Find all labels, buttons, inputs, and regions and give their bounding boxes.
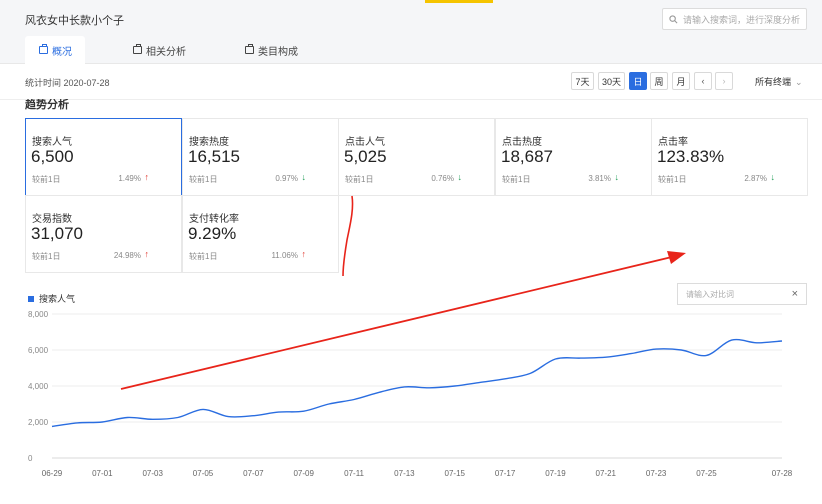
metric-label: 搜索人气 — [32, 137, 72, 148]
next-date-button[interactable]: › — [715, 72, 733, 90]
series-line-search-popularity[interactable] — [51, 338, 783, 428]
change-percent: 0.76% — [431, 174, 454, 183]
tab-label: 类目构成 — [258, 46, 298, 58]
annotation-stroke — [342, 195, 354, 277]
metric-value: 16,515 — [188, 147, 240, 166]
tab-overview[interactable]: 概况 — [25, 36, 85, 64]
metric-card[interactable]: 搜索人气 6,500 较前1日 1.49% ↑ — [25, 118, 182, 196]
metric-value: 6,500 — [31, 147, 74, 166]
metric-label: 点击热度 — [502, 137, 542, 148]
change-percent: 3.81% — [588, 174, 611, 183]
metric-label: 交易指数 — [32, 214, 72, 225]
page-title: 风衣女中长款小个子 — [25, 15, 124, 27]
compare-label: 较前1日 — [658, 175, 687, 184]
metric-label: 点击人气 — [345, 137, 385, 148]
close-icon[interactable]: × — [792, 288, 798, 300]
x-tick-label: 07-28 — [772, 469, 793, 478]
range-7d-button[interactable]: 7天 — [571, 72, 594, 90]
tab-related-analysis[interactable]: 相关分析 — [133, 36, 186, 64]
chevron-down-icon: ⌄ — [795, 77, 803, 87]
x-tick-label: 07-13 — [394, 469, 415, 478]
range-30d-button[interactable]: 30天 — [598, 72, 625, 90]
metric-value: 9.29% — [188, 224, 237, 243]
range-month-button[interactable]: 月 — [672, 72, 690, 90]
terminal-label: 所有终端 — [755, 77, 792, 87]
metric-label: 点击率 — [658, 137, 688, 148]
x-tick-label: 07-19 — [545, 469, 566, 478]
metric-card[interactable]: 点击人气 5,025 较前1日 0.76% ↓ — [338, 118, 495, 196]
range-week-button[interactable]: 周 — [650, 72, 668, 90]
change-percent: 2.87% — [744, 174, 767, 183]
annotation-arrowhead — [667, 251, 686, 264]
compare-placeholder: 请输入对比词 — [686, 289, 734, 299]
x-tick-label: 07-09 — [293, 469, 314, 478]
x-tick-label: 07-23 — [646, 469, 667, 478]
arrow-up-icon: ↑ — [144, 172, 150, 182]
y-tick-label: 4,000 — [28, 382, 49, 391]
tab-category-composition[interactable]: 类目构成 — [245, 36, 298, 64]
tab-bar: 概况 相关分析 类目构成 — [0, 36, 600, 64]
arrow-down-icon: ↓ — [457, 172, 463, 182]
tab-label: 概况 — [52, 46, 72, 58]
compare-label: 较前1日 — [189, 175, 218, 184]
metric-card[interactable]: 交易指数 31,070 较前1日 24.98% ↑ — [25, 195, 182, 273]
compare-label: 较前1日 — [32, 252, 61, 261]
terminal-select[interactable]: 所有终端 ⌄ — [755, 75, 803, 88]
y-tick-label: 0 — [28, 454, 33, 463]
prev-date-button[interactable]: ‹ — [694, 72, 712, 90]
x-tick-label: 07-17 — [495, 469, 516, 478]
x-tick-label: 07-25 — [696, 469, 717, 478]
x-tick-label: 07-11 — [344, 469, 364, 478]
bag-icon — [133, 44, 142, 54]
x-tick-label: 07-03 — [142, 469, 163, 478]
compare-label: 较前1日 — [32, 175, 61, 184]
x-tick-label: 06-29 — [42, 469, 63, 478]
deep-search-input[interactable]: 请输入搜索词，进行深度分析 — [662, 8, 807, 30]
search-placeholder: 请输入搜索词，进行深度分析 — [683, 14, 801, 25]
top-bar: 风衣女中长款小个子 请输入搜索词，进行深度分析 概况 相关分析 类目构成 — [0, 0, 822, 64]
bag-icon — [39, 44, 48, 54]
x-tick-label: 07-15 — [445, 469, 466, 478]
change-percent: 0.97% — [275, 174, 298, 183]
metric-value: 31,070 — [31, 224, 83, 243]
metric-card[interactable]: 点击热度 18,687 较前1日 3.81% ↓ — [495, 118, 652, 196]
bag-icon — [245, 44, 254, 54]
metric-card[interactable]: 点击率 123.83% 较前1日 2.87% ↓ — [651, 118, 808, 196]
x-tick-label: 07-05 — [193, 469, 214, 478]
change-percent: 1.49% — [118, 174, 141, 183]
trend-line-chart: 0 2,000 4,000 6,000 8,000 06-29 07-01 07-03 07-0… — [28, 310, 793, 478]
compare-label: 较前1日 — [189, 252, 218, 261]
search-icon — [669, 14, 678, 23]
change-percent: 24.98% — [113, 251, 141, 260]
change-percent: 11.06% — [271, 251, 298, 260]
date-toolbar: 统计时间 2020-07-28 7天 30天 日 周 月 ‹ › 所有终端 ⌄ — [0, 64, 822, 100]
top-accent-strip — [425, 0, 493, 3]
x-tick-label: 07-01 — [92, 469, 113, 478]
metric-value: 18,687 — [501, 147, 553, 166]
metric-label: 支付转化率 — [189, 214, 239, 225]
arrow-up-icon: ↑ — [144, 249, 150, 259]
y-tick-label: 8,000 — [28, 310, 49, 319]
metric-value: 5,025 — [344, 147, 387, 166]
metric-value: 123.83% — [657, 147, 725, 166]
y-tick-label: 6,000 — [28, 346, 49, 355]
compare-label: 较前1日 — [345, 175, 374, 184]
arrow-down-icon: ↓ — [614, 172, 620, 182]
arrow-down-icon: ↓ — [301, 172, 307, 182]
metric-card[interactable]: 支付转化率 9.29% 较前1日 11.06% ↑ — [182, 195, 339, 273]
compare-label: 较前1日 — [502, 175, 531, 184]
range-day-button[interactable]: 日 — [629, 72, 647, 90]
arrow-down-icon: ↓ — [770, 172, 776, 182]
stat-time: 统计时间 2020-07-28 — [25, 78, 110, 88]
tab-label: 相关分析 — [146, 46, 186, 58]
metric-label: 搜索热度 — [189, 137, 229, 148]
x-tick-label: 07-07 — [243, 469, 264, 478]
arrow-up-icon: ↑ — [301, 249, 307, 259]
y-tick-label: 2,000 — [28, 418, 49, 427]
metric-card[interactable]: 搜索热度 16,515 较前1日 0.97% ↓ — [182, 118, 339, 196]
x-tick-label: 07-21 — [596, 469, 617, 478]
